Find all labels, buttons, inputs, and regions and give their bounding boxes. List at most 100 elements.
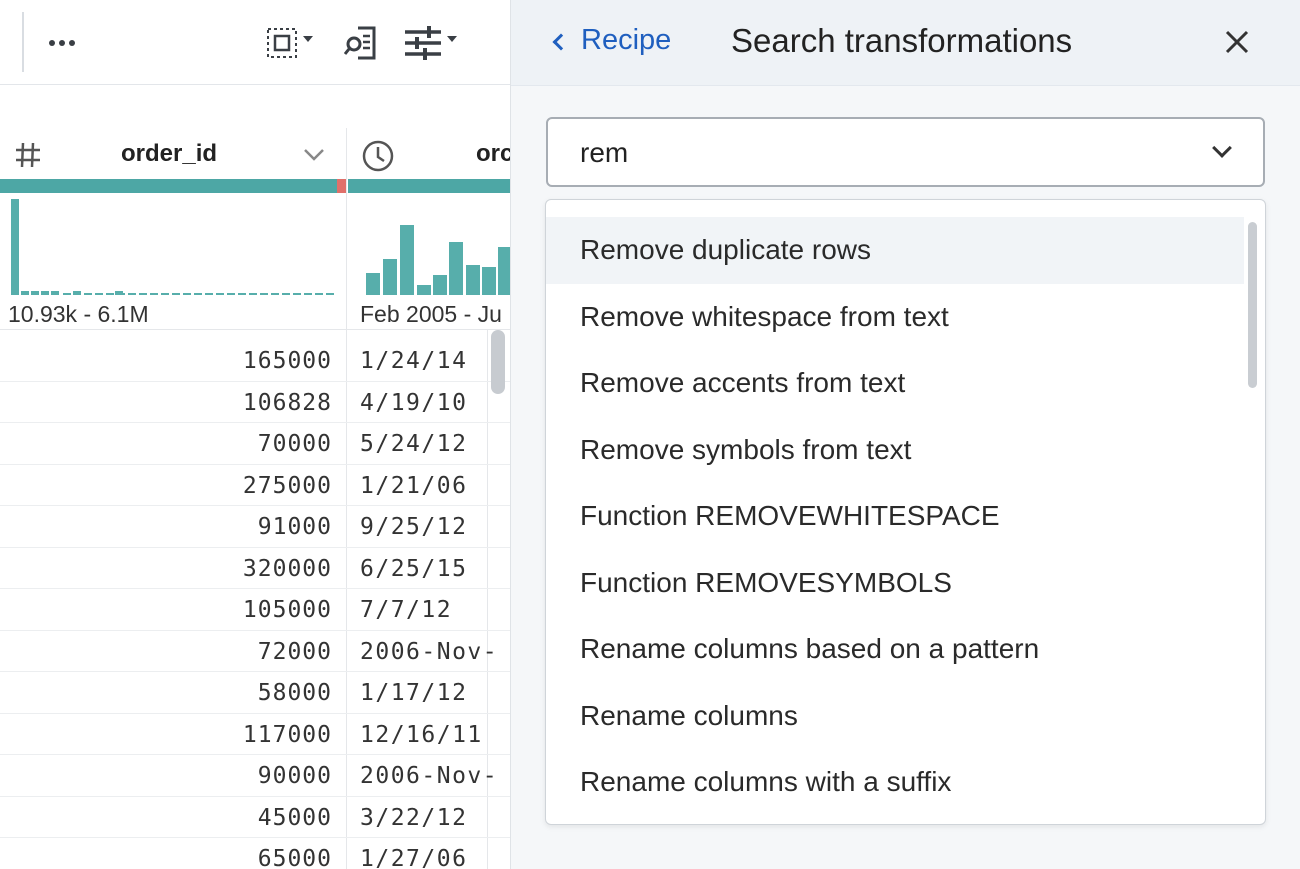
hash-icon xyxy=(16,142,40,168)
table-row[interactable]: 72000 2006-Nov- xyxy=(0,631,510,672)
cell-order-date: 6/25/15 xyxy=(360,555,468,582)
table-row[interactable]: 90000 2006-Nov- xyxy=(0,755,510,797)
column-filter-button[interactable] xyxy=(398,22,462,64)
suggestion-item[interactable]: Rename columns based on a pattern xyxy=(546,616,1244,683)
panel-header: Recipe Search transformations xyxy=(511,0,1300,86)
histogram-order-date xyxy=(347,195,510,295)
column-name: order_id xyxy=(121,140,218,167)
suggestion-item[interactable]: Function REMOVESYMBOLS xyxy=(546,550,1244,617)
header-divider xyxy=(0,329,510,330)
table-row[interactable]: 45000 3/22/12 xyxy=(0,797,510,838)
suggestion-label: Rename columns with a suffix xyxy=(580,766,952,798)
clock-icon xyxy=(362,140,394,172)
histogram-bar xyxy=(400,225,414,295)
cell-order-date: 1/27/06 xyxy=(360,846,468,869)
table-row[interactable]: 105000 7/7/12 xyxy=(0,589,510,631)
cell-order-date: 3/22/12 xyxy=(360,804,468,831)
cell-order-date: 5/24/12 xyxy=(360,431,468,457)
more-options-button[interactable] xyxy=(44,26,80,60)
suggestion-label: Rename columns xyxy=(580,700,798,732)
suggestion-item[interactable]: Remove symbols from text xyxy=(546,417,1244,484)
column-menu-chevron-icon[interactable] xyxy=(303,148,325,162)
histogram-bar xyxy=(482,267,496,295)
cell-order-id: 117000 xyxy=(242,721,332,748)
sliders-icon xyxy=(405,26,441,60)
table-row[interactable]: 275000 1/21/06 xyxy=(0,465,510,506)
suggestion-item[interactable]: Function REMOVEWHITESPACE xyxy=(546,483,1244,550)
cell-order-id: 275000 xyxy=(242,472,332,499)
close-icon[interactable] xyxy=(1221,26,1253,58)
histogram-bar xyxy=(73,291,81,295)
cell-order-date: 1/21/06 xyxy=(360,472,468,499)
table-row[interactable]: 70000 5/24/12 xyxy=(0,423,510,465)
histogram-bar xyxy=(51,291,59,295)
histogram-bar xyxy=(366,273,380,295)
chevron-down-icon[interactable] xyxy=(1212,138,1232,158)
column-header-order-date[interactable]: orc xyxy=(347,128,510,180)
suggestion-item[interactable]: Remove accents from text xyxy=(546,350,1244,417)
table-row[interactable]: 117000 12/16/11 xyxy=(0,714,510,755)
data-quality-bar-valid xyxy=(0,179,337,193)
ellipsis-icon xyxy=(49,40,75,46)
cell-order-id: 106828 xyxy=(242,389,332,416)
table-row[interactable]: 91000 9/25/12 xyxy=(0,506,510,548)
suggestion-label: Remove whitespace from text xyxy=(580,301,949,333)
suggestion-item[interactable]: Remove duplicate rows xyxy=(546,217,1244,284)
table-row[interactable]: 58000 1/17/12 xyxy=(0,672,510,714)
table-row[interactable]: 165000 1/24/14 xyxy=(0,340,510,382)
column-name: orc xyxy=(476,140,510,167)
cell-order-id: 91000 xyxy=(257,514,332,540)
histogram-bar xyxy=(383,259,397,295)
cell-order-date: 4/19/10 xyxy=(360,389,468,416)
transformation-search-combobox[interactable] xyxy=(546,117,1265,187)
chevron-left-icon xyxy=(552,33,570,50)
transformations-panel: Recipe Search transformations Remove dup… xyxy=(510,0,1300,869)
histogram-order-id xyxy=(0,195,340,295)
column-header-order-id[interactable]: order_id xyxy=(0,128,347,180)
suggestion-label: Function REMOVEWHITESPACE xyxy=(580,500,1000,532)
back-to-recipe-link[interactable]: Recipe xyxy=(552,24,671,57)
histogram-bar xyxy=(498,247,510,295)
cell-order-id: 90000 xyxy=(257,763,332,789)
cell-order-id: 320000 xyxy=(242,555,332,582)
histogram-bar xyxy=(63,293,71,295)
cell-order-id: 58000 xyxy=(257,680,332,706)
data-quality-bar-mismatch xyxy=(337,179,346,193)
toolbar-divider xyxy=(22,12,24,72)
cell-order-date: 7/7/12 xyxy=(360,597,453,623)
column-range-label: 10.93k - 6.1M xyxy=(8,301,149,327)
cell-order-date: 9/25/12 xyxy=(360,514,468,540)
search-input[interactable] xyxy=(580,135,1180,171)
data-grid: order_id orc 10.93k - 6.1M Feb 2005 - Ju… xyxy=(0,0,510,869)
table-row[interactable]: 65000 1/27/06 xyxy=(0,838,510,869)
table-row[interactable]: 320000 6/25/15 xyxy=(0,548,510,589)
transformation-suggestions-list: Remove duplicate rows Remove whitespace … xyxy=(545,199,1266,825)
suggestion-item[interactable]: Rename columns with a suffix xyxy=(546,749,1244,816)
suggestion-item[interactable]: Remove whitespace from text xyxy=(546,284,1244,351)
select-columns-button[interactable] xyxy=(258,24,320,62)
grid-toolbar xyxy=(0,0,510,85)
chevron-down-icon xyxy=(303,36,313,42)
panel-title: Search transformations xyxy=(731,22,1073,59)
suggestion-label: Function REMOVESYMBOLS xyxy=(580,567,952,599)
cell-order-id: 165000 xyxy=(242,348,332,374)
histogram-bar xyxy=(449,242,463,295)
histogram-bar xyxy=(11,199,19,295)
histogram-bar xyxy=(21,291,29,295)
grid-scrollbar-thumb[interactable] xyxy=(491,330,505,394)
select-columns-icon xyxy=(267,28,297,58)
cell-order-id: 45000 xyxy=(257,804,332,831)
cell-order-id: 72000 xyxy=(257,638,332,665)
suggestions-scrollbar-thumb[interactable] xyxy=(1248,222,1257,388)
suggestion-label: Remove accents from text xyxy=(580,367,906,399)
suggestion-item[interactable]: Rename columns xyxy=(546,683,1244,750)
cell-order-date: 1/17/12 xyxy=(360,680,468,706)
table-row[interactable]: 106828 4/19/10 xyxy=(0,382,510,423)
cell-order-id: 65000 xyxy=(257,846,332,869)
schema-search-button[interactable] xyxy=(342,22,384,64)
data-quality-bar-valid xyxy=(348,179,510,193)
histogram-bar xyxy=(466,265,480,295)
cell-order-date: 1/24/14 xyxy=(360,348,468,374)
column-range-label: Feb 2005 - Ju xyxy=(360,301,502,327)
histogram-bar xyxy=(433,275,447,295)
